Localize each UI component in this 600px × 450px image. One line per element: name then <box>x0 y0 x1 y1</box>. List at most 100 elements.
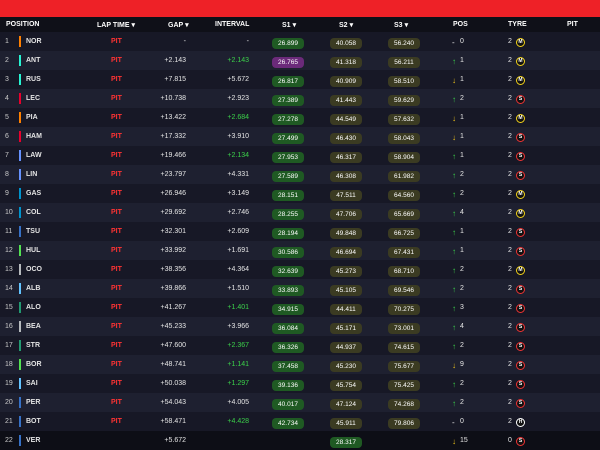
driver-code[interactable]: STR <box>26 342 40 349</box>
lap-time: PIT <box>111 380 122 387</box>
driver-code[interactable]: LEC <box>26 95 40 102</box>
header-position[interactable]: POSITION <box>6 21 39 28</box>
soft-tyre-icon: S <box>516 285 525 294</box>
sector-s3-time: 66.725 <box>388 228 420 239</box>
team-color-bar <box>19 264 21 275</box>
driver-code[interactable]: TSU <box>26 228 40 235</box>
team-color-bar <box>19 93 21 104</box>
table-row[interactable]: 10 COL PIT +29.692 +2.746 28.255 47.706 65.669 ↑… <box>0 203 600 222</box>
table-row[interactable]: 11 TSU PIT +32.301 +2.609 28.194 49.848 66.725 ↑… <box>0 222 600 241</box>
header-lap-time-label: LAP TIME <box>97 22 130 29</box>
tyre-age: 2 <box>508 152 512 159</box>
table-row[interactable]: 22 VER +5.672 28.317 ↓ 15 0 S <box>0 431 600 450</box>
position-change: 1 <box>460 247 464 254</box>
interval-value: +2.684 <box>227 114 249 121</box>
table-row[interactable]: 19 SAI PIT +50.038 +1.297 39.136 45.754 75.425 ↑… <box>0 374 600 393</box>
table-row[interactable]: 13 OCO PIT +38.356 +4.364 32.639 45.273 68.710 ↑… <box>0 260 600 279</box>
team-color-bar <box>19 302 21 313</box>
driver-code[interactable]: ALB <box>26 285 40 292</box>
table-row[interactable]: 4 LEC PIT +10.738 +2.923 27.389 41.443 59.629 ↑ 2… <box>0 89 600 108</box>
driver-code[interactable]: BEA <box>26 323 41 330</box>
sector-s3-time: 74.615 <box>388 342 420 353</box>
header-s2[interactable]: S2 ▾ <box>339 21 353 29</box>
position-number: 5 <box>5 114 9 121</box>
table-row[interactable]: 1 NOR PIT - -26.899 40.058 56.240-0 2 M <box>0 32 600 51</box>
driver-code[interactable]: COL <box>26 209 41 216</box>
driver-code[interactable]: VER <box>26 437 40 444</box>
driver-code[interactable]: BOT <box>26 418 41 425</box>
header-lap-time[interactable]: LAP TIME ▾ <box>97 21 135 29</box>
sector-s3-time: 58.510 <box>388 76 420 87</box>
header-pit[interactable]: PIT <box>567 21 578 28</box>
driver-code[interactable]: LIN <box>26 171 37 178</box>
soft-tyre-icon: S <box>516 380 525 389</box>
position-number: 1 <box>5 38 9 45</box>
driver-code[interactable]: BOR <box>26 361 42 368</box>
team-color-bar <box>19 226 21 237</box>
table-row[interactable]: 12 HUL PIT +33.992 +1.691 30.586 46.694 67.431 ↑… <box>0 241 600 260</box>
sector-s1-time: 34.915 <box>272 304 304 315</box>
header-interval[interactable]: INTERVAL <box>215 21 249 28</box>
header-gap[interactable]: GAP ▾ <box>168 21 189 29</box>
table-row[interactable]: 17 STR PIT +47.600 +2.367 36.326 44.937 74.615 ↑… <box>0 336 600 355</box>
interval-value: +2.367 <box>227 342 249 349</box>
header-pos[interactable]: POS <box>453 21 468 28</box>
team-color-bar <box>19 340 21 351</box>
table-row[interactable]: 7 LAW PIT +19.466 +2.134 27.953 46.317 58.904 ↑ 1… <box>0 146 600 165</box>
driver-code[interactable]: NOR <box>26 38 42 45</box>
driver-code[interactable]: RUS <box>26 76 41 83</box>
sector-s2-time: 44.411 <box>330 304 362 315</box>
table-row[interactable]: 15 ALO PIT +41.267 +1.401 34.915 44.411 70.275 ↑… <box>0 298 600 317</box>
sector-s2-time: 41.443 <box>330 95 362 106</box>
header-tyre[interactable]: TYRE <box>508 21 527 28</box>
lap-time: PIT <box>111 247 122 254</box>
driver-code[interactable]: OCO <box>26 266 42 273</box>
position-number: 8 <box>5 171 9 178</box>
lap-time: PIT <box>111 95 122 102</box>
table-row[interactable]: 21 BOT PIT +58.471 +4.428 42.734 45.911 79.806 -… <box>0 412 600 431</box>
sector-s3-time: 68.710 <box>388 266 420 277</box>
header-s1[interactable]: S1 ▾ <box>282 21 296 29</box>
table-row[interactable]: 14 ALB PIT +39.866 +1.510 33.893 45.105 69.546 ↑… <box>0 279 600 298</box>
position-change: 2 <box>460 342 464 349</box>
driver-code[interactable]: GAS <box>26 190 41 197</box>
table-row[interactable]: 16 BEA PIT +45.233 +3.966 36.084 45.171 73.001 ↑… <box>0 317 600 336</box>
table-row[interactable]: 5 PIA PIT +13.422 +2.684 27.278 44.549 57.632 ↓ 1… <box>0 108 600 127</box>
soft-tyre-icon: S <box>516 342 525 351</box>
medium-tyre-icon: M <box>516 266 525 275</box>
table-row[interactable]: 6 HAM PIT +17.332 +3.910 27.499 46.430 58.043 ↓ 1… <box>0 127 600 146</box>
tyre-age: 2 <box>508 304 512 311</box>
driver-code[interactable]: ANT <box>26 57 40 64</box>
table-row[interactable]: 20 PER PIT +54.043 +4.005 40.017 47.124 74.268 ↑… <box>0 393 600 412</box>
driver-code[interactable]: ALO <box>26 304 41 311</box>
table-row[interactable]: 8 LIN PIT +23.797 +4.331 27.589 46.308 61.982 ↑ 2… <box>0 165 600 184</box>
tyre-age: 2 <box>508 114 512 121</box>
driver-code[interactable]: SAI <box>26 380 38 387</box>
sector-s3-time: 64.560 <box>388 190 420 201</box>
table-row[interactable]: 2 ANT PIT +2.143 +2.143 26.765 41.318 56.211 ↑ 1 2… <box>0 51 600 70</box>
position-change: 4 <box>460 209 464 216</box>
soft-tyre-icon: S <box>516 95 525 104</box>
interval-value: +1.297 <box>227 380 249 387</box>
sector-s3-time: 67.431 <box>388 247 420 258</box>
driver-code[interactable]: PER <box>26 399 40 406</box>
sector-s2-time: 45.273 <box>330 266 362 277</box>
soft-tyre-icon: S <box>516 323 525 332</box>
lap-time: PIT <box>111 114 122 121</box>
driver-code[interactable]: HUL <box>26 247 40 254</box>
header-s3[interactable]: S3 ▾ <box>394 21 408 29</box>
tyre-age: 2 <box>508 209 512 216</box>
driver-code[interactable]: LAW <box>26 152 42 159</box>
interval-value: +2.134 <box>227 152 249 159</box>
driver-code[interactable]: HAM <box>26 133 42 140</box>
position-change: 1 <box>460 76 464 83</box>
gap-value: +39.866 <box>160 285 187 292</box>
table-row[interactable]: 18 BOR PIT +48.741 +1.141 37.458 45.230 75.677 ↓… <box>0 355 600 374</box>
sector-s1-time: 26.817 <box>272 76 304 87</box>
table-row[interactable]: 9 GAS PIT +26.946 +3.149 28.151 47.511 64.560 ↑ 2… <box>0 184 600 203</box>
position-change: 4 <box>460 323 464 330</box>
table-row[interactable]: 3 RUS PIT +7.815 +5.672 26.817 40.909 58.510 ↓ 1 2… <box>0 70 600 89</box>
soft-tyre-icon: S <box>516 171 525 180</box>
arrow-up-icon: ↑ <box>452 266 456 275</box>
driver-code[interactable]: PIA <box>26 114 38 121</box>
